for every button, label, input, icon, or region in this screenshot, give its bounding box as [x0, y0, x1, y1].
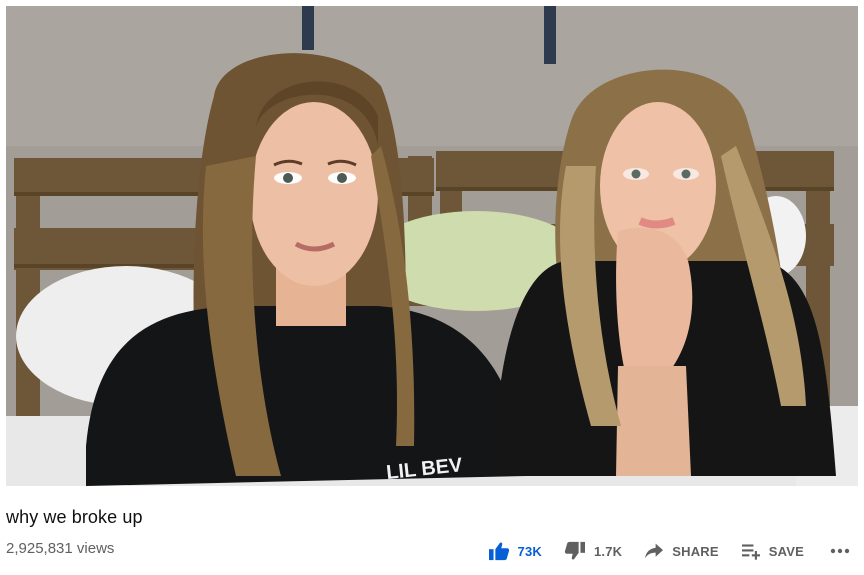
video-player[interactable]: LIL BEV [6, 6, 858, 486]
view-count: 2,925,831 views [6, 540, 115, 557]
share-label: SHARE [672, 543, 719, 559]
dislike-button[interactable]: 1.7K [564, 541, 622, 561]
more-horizontal-icon [830, 548, 850, 554]
thumb-up-icon [488, 542, 509, 561]
playlist-add-icon [741, 544, 760, 560]
thumb-down-icon [564, 541, 585, 560]
video-actions: 73K 1.7K SHARE SAVE [488, 538, 850, 564]
save-label: SAVE [768, 543, 804, 559]
like-button[interactable]: 73K [488, 541, 542, 561]
video-frame: LIL BEV [6, 6, 858, 486]
like-count: 73K [517, 543, 542, 559]
video-title: why we broke up [6, 507, 143, 527]
more-actions-button[interactable] [830, 548, 850, 554]
share-arrow-icon [645, 543, 664, 559]
share-button[interactable]: SHARE [644, 542, 719, 560]
dislike-count: 1.7K [593, 543, 623, 559]
save-button[interactable]: SAVE [741, 542, 804, 560]
